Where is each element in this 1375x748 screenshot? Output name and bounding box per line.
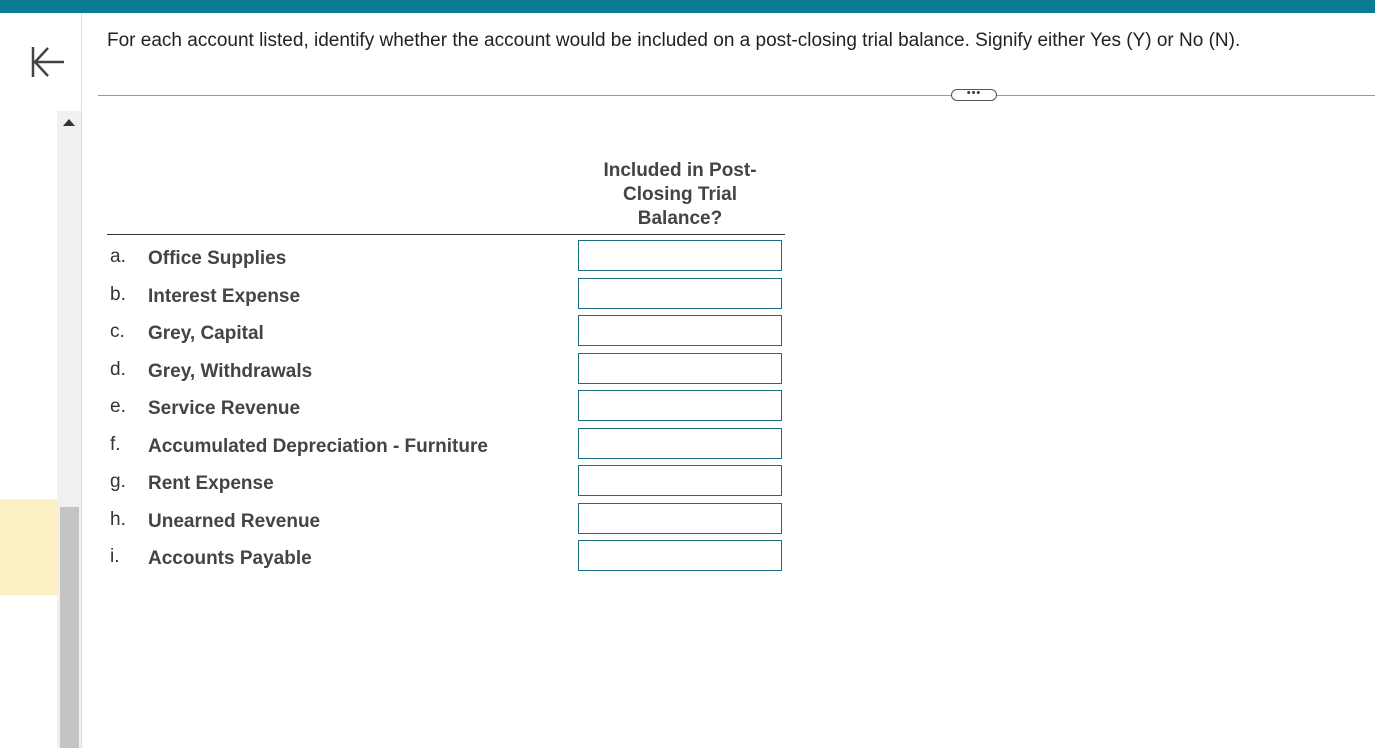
account-label: Grey, Capital: [148, 323, 264, 344]
answer-input-f[interactable]: [578, 428, 782, 459]
scrollbar-thumb[interactable]: [60, 507, 79, 748]
row-letter: g.: [110, 471, 126, 492]
account-row-d: d. Grey, Withdrawals: [110, 353, 790, 389]
account-label: Interest Expense: [148, 286, 301, 307]
account-label: Office Supplies: [148, 248, 287, 269]
answer-input-d[interactable]: [578, 353, 782, 384]
collapse-left-icon[interactable]: [26, 43, 70, 83]
instructions-text: For each account listed, identify whethe…: [107, 30, 1241, 51]
row-letter: h.: [110, 509, 126, 530]
account-row-e: e. Service Revenue: [110, 390, 790, 426]
account-row-c: c. Grey, Capital: [110, 315, 790, 351]
column-header-line: Included in Post-: [603, 160, 757, 181]
answer-input-b[interactable]: [578, 278, 782, 309]
account-label: Grey, Withdrawals: [148, 361, 313, 382]
account-label: Accumulated Depreciation - Furniture: [148, 436, 488, 457]
row-letter: b.: [110, 284, 126, 305]
account-row-b: b. Interest Expense: [110, 278, 790, 314]
row-letter: i.: [110, 546, 120, 567]
answer-input-g[interactable]: [578, 465, 782, 496]
more-options-button[interactable]: •••: [951, 88, 997, 101]
account-row-a: a. Office Supplies: [110, 240, 790, 276]
scrollbar[interactable]: [57, 111, 81, 748]
account-row-f: f. Accumulated Depreciation - Furniture: [110, 428, 790, 464]
column-header: Included in Post- Closing Trial Balance?: [578, 159, 782, 231]
account-row-i: i. Accounts Payable: [110, 540, 790, 576]
account-label: Unearned Revenue: [148, 511, 321, 532]
account-row-g: g. Rent Expense: [110, 465, 790, 501]
answer-input-a[interactable]: [578, 240, 782, 271]
row-letter: a.: [110, 246, 126, 267]
answer-input-e[interactable]: [578, 390, 782, 421]
left-panel: [0, 13, 82, 748]
account-label: Rent Expense: [148, 473, 274, 494]
scroll-up-icon[interactable]: [63, 119, 75, 126]
highlight-strip: [0, 499, 57, 595]
column-header-line: Balance?: [637, 208, 723, 229]
row-letter: c.: [110, 321, 125, 342]
answer-input-c[interactable]: [578, 315, 782, 346]
divider: [98, 95, 1375, 96]
header-rule: [107, 234, 785, 235]
row-letter: e.: [110, 396, 126, 417]
answer-input-i[interactable]: [578, 540, 782, 571]
account-label: Accounts Payable: [148, 548, 312, 569]
account-label: Service Revenue: [148, 398, 301, 419]
row-letter: f.: [110, 434, 121, 455]
answer-input-h[interactable]: [578, 503, 782, 534]
row-letter: d.: [110, 359, 126, 380]
column-header-line: Closing Trial: [622, 184, 738, 205]
account-row-h: h. Unearned Revenue: [110, 503, 790, 539]
top-bar: [0, 0, 1375, 13]
